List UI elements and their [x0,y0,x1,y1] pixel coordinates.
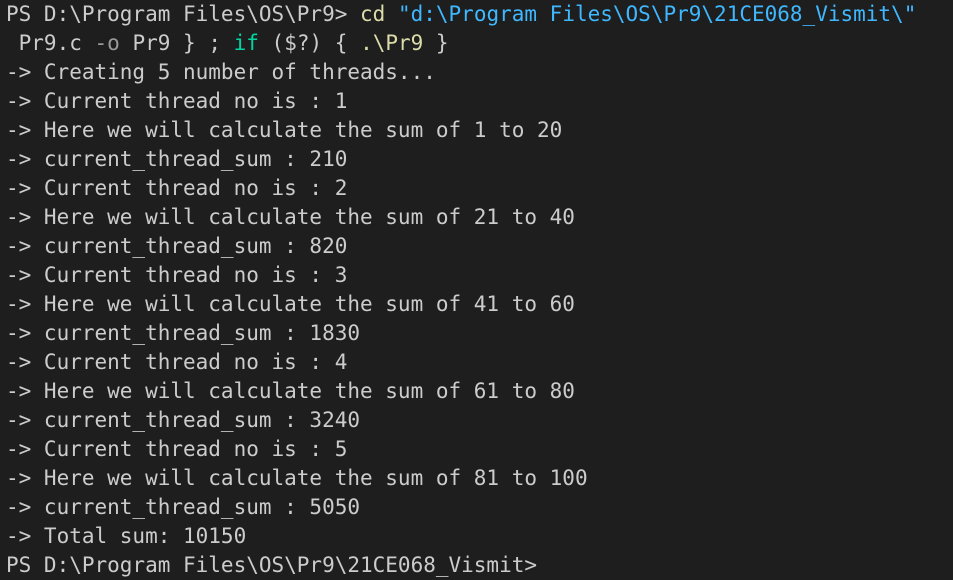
final-prompt: PS D:\Program Files\OS\Pr9\21CE068_Vismi… [6,553,538,577]
output-line: -> Total sum: 10150 [6,524,247,548]
output-line: -> Here we will calculate the sum of 61 … [6,379,575,403]
exec-command: .\Pr9 [360,31,424,55]
output-line: -> current_thread_sum : 1830 [6,321,361,345]
output-line: -> current_thread_sum : 3240 [6,408,361,432]
output-line: -> Here we will calculate the sum of 81 … [6,466,588,490]
command-cd: cd [360,2,386,26]
output-flag: -o [94,31,120,55]
command-line-2: Pr9.c -o Pr9 } ; if ($?) { .\Pr9 } [6,29,953,58]
output-target: Pr9 } ; [119,31,234,55]
source-file: Pr9.c [6,31,95,55]
output-line: -> Here we will calculate the sum of 41 … [6,292,575,316]
output-line: -> current_thread_sum : 210 [6,147,348,171]
command-path: "d:\Program Files\OS\Pr9\21CE068_Vismit\… [397,2,917,26]
output-line: -> current_thread_sum : 820 [6,234,348,258]
output-line: -> Current thread no is : 3 [6,263,348,287]
output-line: -> Current thread no is : 5 [6,437,348,461]
output-line: -> Creating 5 number of threads... [6,60,436,84]
output-line: -> Current thread no is : 4 [6,350,348,374]
condition: ($?) { [258,31,361,55]
terminal-window[interactable]: PS D:\Program Files\OS\Pr9> cd "d:\Progr… [0,0,953,580]
closing-brace: } [423,31,449,55]
output-line: -> Current thread no is : 1 [6,89,348,113]
command-line-1: PS D:\Program Files\OS\Pr9> cd "d:\Progr… [6,0,953,29]
if-keyword: if [233,31,259,55]
prompt: PS D:\Program Files\OS\Pr9> [6,2,361,26]
output-line: -> Here we will calculate the sum of 1 t… [6,118,563,142]
output-line: -> Here we will calculate the sum of 21 … [6,205,575,229]
output-line: -> current_thread_sum : 5050 [6,495,361,519]
output-line: -> Current thread no is : 2 [6,176,348,200]
